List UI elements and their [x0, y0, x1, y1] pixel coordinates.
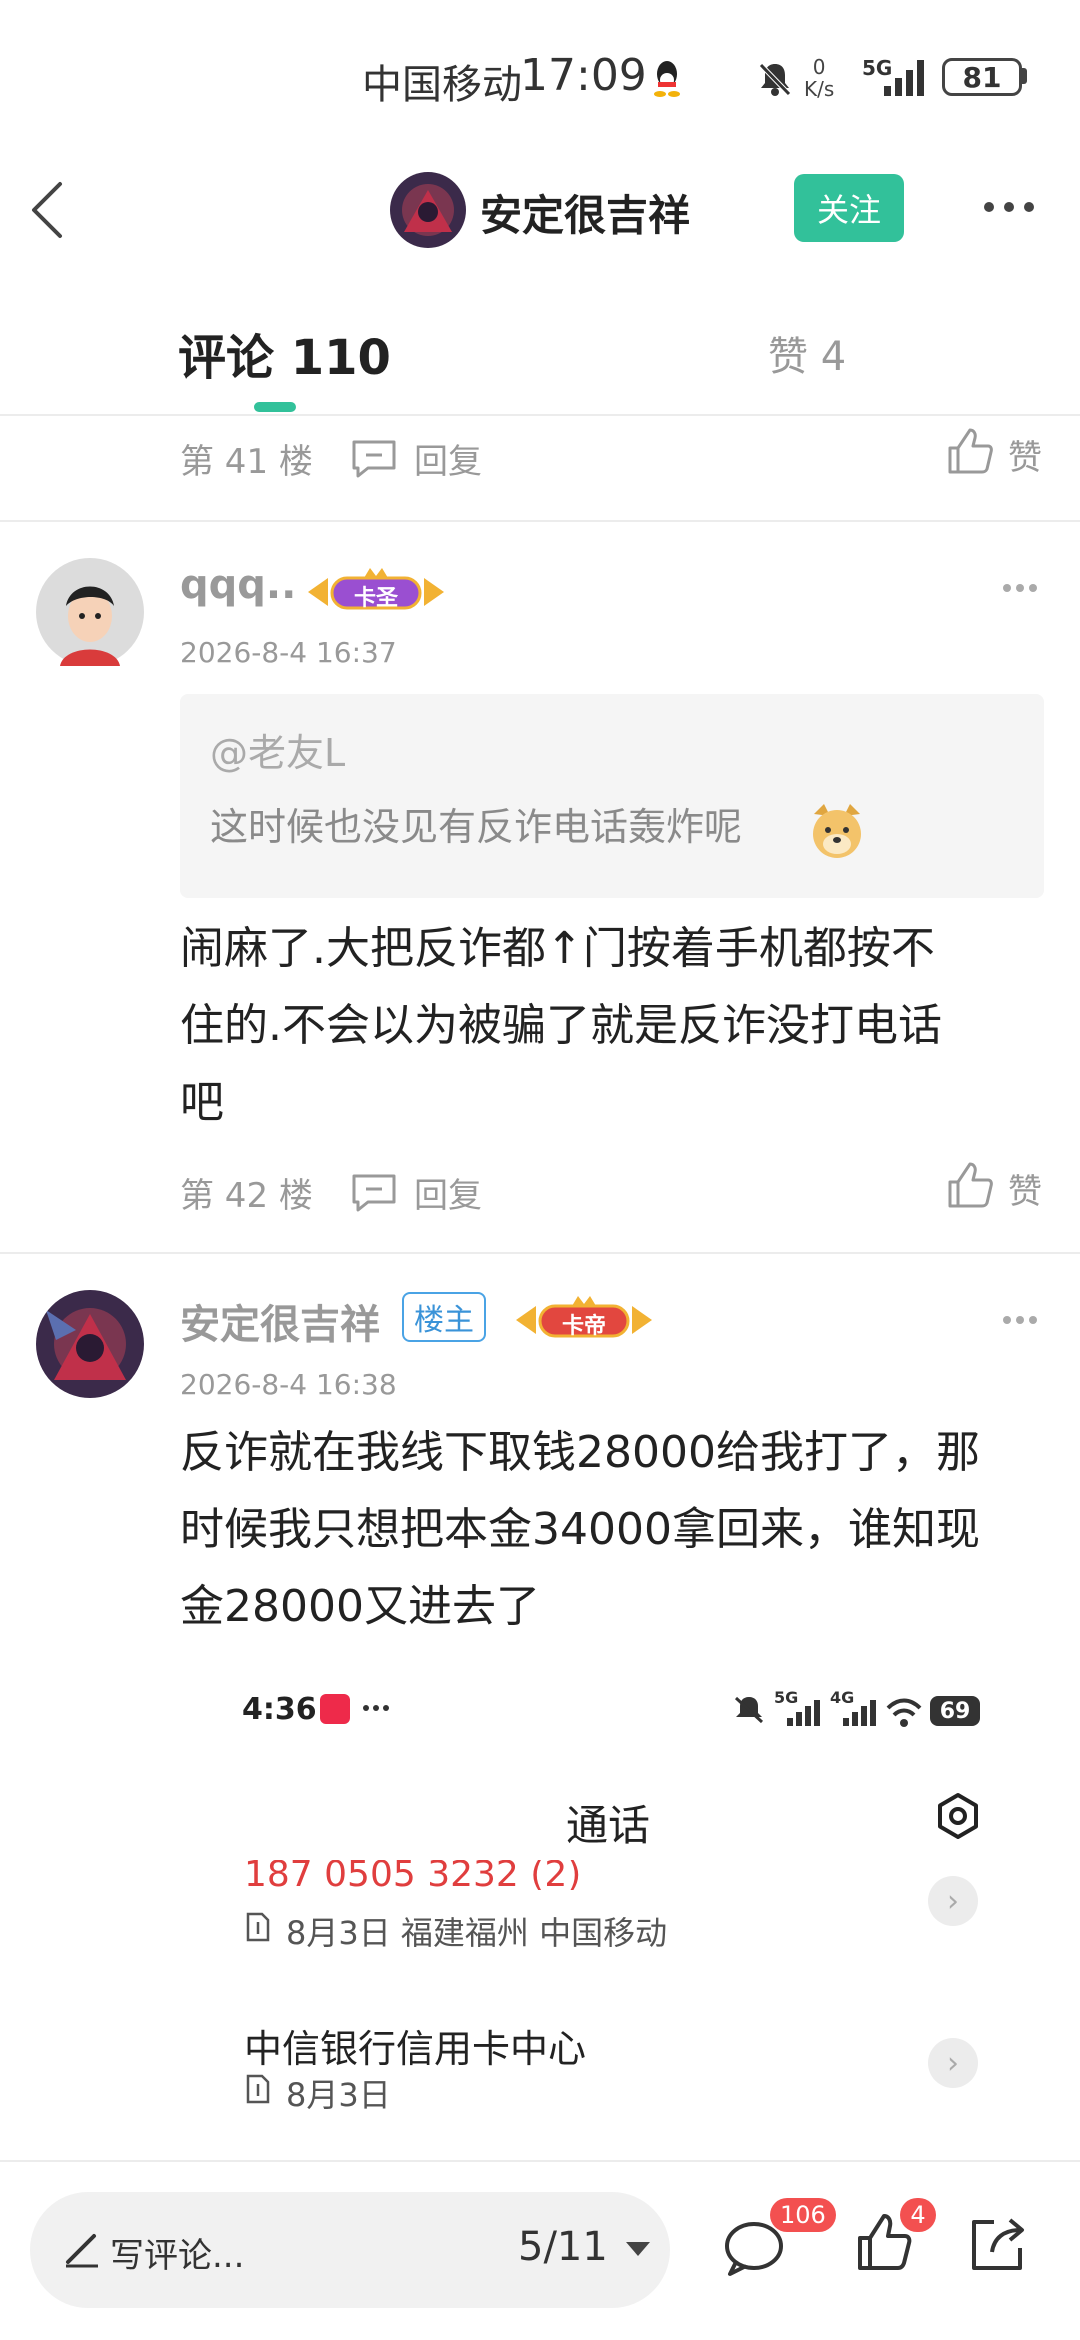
qq-icon	[652, 58, 682, 98]
comment-timestamp: 2026-8-4 16:38	[180, 1368, 397, 1401]
level-badge: 卡帝	[506, 1292, 662, 1348]
embedded-call-number: 187 0505 3232 (2)	[244, 1860, 582, 1890]
tab-divider	[0, 414, 1080, 416]
settings-icon	[934, 1792, 982, 1840]
level-badge-text: 卡圣	[354, 586, 399, 611]
comment-username[interactable]: qqq..	[180, 562, 296, 608]
write-comment-label[interactable]: 写评论...	[110, 2228, 244, 2277]
comment-more-icon[interactable]	[1002, 582, 1038, 594]
battery-indicator: 81	[942, 58, 1022, 96]
tab-active-indicator	[254, 402, 296, 412]
pencil-icon	[62, 2228, 102, 2268]
sim-icon	[246, 2074, 270, 2104]
network-speed: 0 K/s	[804, 55, 835, 101]
page-indicator[interactable]: 5/11	[518, 2224, 608, 2270]
comment-username[interactable]: 安定很吉祥	[180, 1292, 380, 1350]
embedded-call-detail: 8月3日 福建福州 中国移动	[286, 1914, 668, 1952]
thumbs-up-icon[interactable]	[946, 1160, 994, 1210]
floor-42-label: 第 42 楼	[180, 1176, 313, 1216]
embedded-signal-icon	[842, 1700, 878, 1726]
status-carrier: 中国移动	[362, 62, 522, 108]
quoted-username[interactable]: @老友L	[210, 722, 345, 777]
comment-line: 时候我只想把本金34000拿回来，谁知现	[180, 1504, 980, 1555]
embedded-mute-icon	[732, 1694, 766, 1726]
tab-comments[interactable]: 评论 110	[178, 318, 391, 388]
quoted-text: 这时候也没见有反诈电话轰炸呢	[210, 805, 743, 849]
embedded-title: 通话	[566, 1801, 651, 1850]
status-time: 17:09	[520, 50, 647, 101]
comment-count-badge: 106	[770, 2198, 836, 2232]
comment-line: 住的.不会以为被骗了就是反诈没打电话	[180, 1000, 942, 1051]
tab-likes[interactable]: 赞 4	[768, 324, 846, 382]
embedded-more-icon	[362, 1704, 390, 1712]
sim-icon	[246, 1912, 270, 1942]
reply-button[interactable]: 回复	[414, 434, 482, 483]
comment-divider	[0, 1252, 1080, 1254]
embedded-time: 4:36	[242, 1692, 317, 1727]
floor-41-label: 第 41 楼	[180, 442, 313, 482]
comment-line: 吧	[180, 1077, 224, 1128]
embedded-call-name: 中信银行信用卡中心	[244, 2027, 587, 2071]
embedded-wifi-icon	[886, 1698, 922, 1728]
comment-body: 反诈就在我线下取钱28000给我打了，那 时候我只想把本金34000拿回来，谁知…	[180, 1414, 1050, 1645]
chevron-right-icon: ›	[928, 2038, 978, 2088]
author-avatar[interactable]	[390, 172, 466, 248]
more-menu-icon[interactable]	[982, 200, 1036, 214]
author-name[interactable]: 安定很吉祥	[480, 182, 690, 243]
like-button[interactable]: 赞	[1008, 430, 1042, 479]
user-avatar[interactable]	[36, 1290, 144, 1398]
like-count-badge: 4	[900, 2198, 936, 2232]
app-notification-icon	[320, 1694, 350, 1724]
level-badge-text: 卡帝	[562, 1314, 607, 1339]
comment-timestamp: 2026-8-4 16:37	[180, 636, 397, 669]
comment-divider	[0, 520, 1080, 522]
bottom-divider	[0, 2160, 1080, 2162]
follow-button[interactable]: 关注	[794, 174, 904, 242]
back-arrow-icon[interactable]	[28, 180, 68, 240]
comment-body: 闹麻了.大把反诈都↑门按着手机都按不 住的.不会以为被骗了就是反诈没打电话 吧	[180, 910, 1050, 1141]
reply-button[interactable]: 回复	[414, 1168, 482, 1217]
embedded-signal-icon	[786, 1700, 822, 1726]
share-icon[interactable]	[968, 2214, 1028, 2274]
dropdown-triangle-icon[interactable]	[624, 2240, 652, 2258]
comment-line: 金28000又进去了	[180, 1581, 540, 1632]
signal-icon	[882, 58, 930, 98]
battery-tip	[1022, 68, 1027, 84]
comment-line: 反诈就在我线下取钱28000给我打了，那	[180, 1427, 980, 1478]
chevron-right-icon: ›	[928, 1876, 978, 1926]
embedded-battery: 69	[930, 1696, 980, 1726]
mute-bell-icon	[756, 60, 794, 98]
comment-line: 闹麻了.大把反诈都↑门按着手机都按不	[180, 923, 935, 974]
level-badge: 卡圣	[298, 564, 454, 620]
reply-icon[interactable]	[350, 438, 398, 478]
user-avatar[interactable]	[36, 558, 144, 666]
thumbs-up-icon[interactable]	[946, 426, 994, 476]
op-badge: 楼主	[402, 1292, 486, 1342]
doge-emoji-icon	[806, 800, 868, 862]
embedded-call-detail: 8月3日	[286, 2076, 391, 2114]
comment-more-icon[interactable]	[1002, 1314, 1038, 1326]
reply-icon[interactable]	[350, 1172, 398, 1212]
like-button[interactable]: 赞	[1008, 1164, 1042, 1213]
